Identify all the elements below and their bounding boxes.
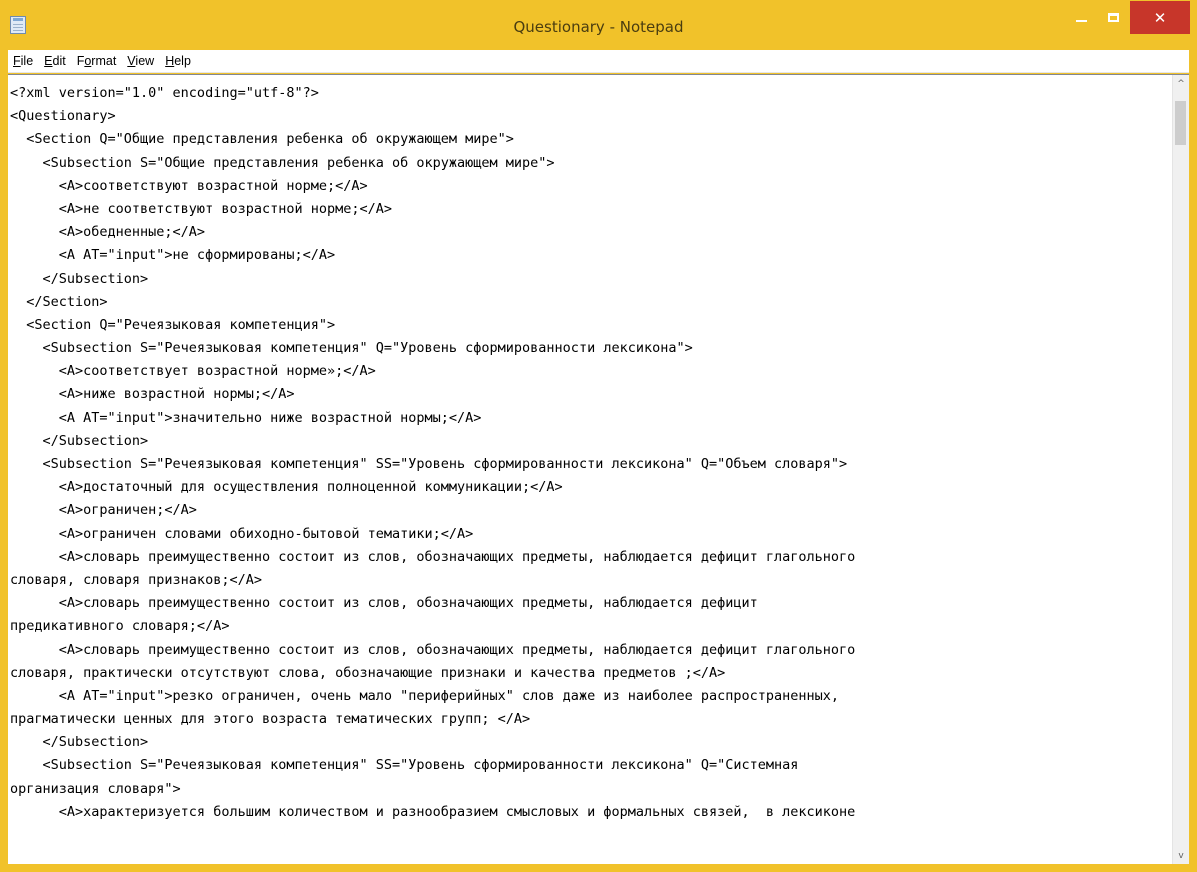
text-line: <Subsection S="Речеязыковая компетенция"…: [10, 456, 848, 472]
maximize-icon: [1107, 13, 1119, 22]
text-line: <A AT="input">резко ограничен, очень мал…: [10, 687, 840, 704]
text-line: <A>не соответствуют возрастной норме;</A…: [10, 200, 393, 217]
text-line: <A>достаточный для осуществления полноце…: [10, 479, 563, 496]
text-line: <Section Q="Речеязыковая компетенция">: [10, 316, 336, 333]
menu-format[interactable]: Format: [73, 54, 121, 68]
menu-file-label: ile: [20, 54, 34, 68]
text-line: <A>ограничен;</A>: [10, 502, 197, 519]
text-line: <A>ниже возрастной нормы;</A>: [10, 386, 295, 403]
menu-help-mnemonic: H: [165, 54, 175, 68]
text-line: <A>словарь преимущественно состоит из сл…: [10, 595, 758, 612]
text-line: прагматически ценных для этого возраста …: [10, 711, 531, 728]
scroll-down-button[interactable]: v: [1173, 847, 1189, 864]
text-line: <A>соответствуют возрастной норме;</A>: [10, 177, 368, 194]
text-line: предикативного словаря;</A>: [10, 618, 230, 635]
menu-help-label: elp: [174, 54, 191, 68]
text-line: <A>словарь преимущественно состоит из сл…: [10, 641, 856, 658]
text-line: <A>характеризуется большим количеством и…: [10, 803, 856, 820]
text-line: </Subsection>: [10, 432, 149, 449]
text-line: <?xml version="1.0" encoding="utf-8"?>: [10, 85, 319, 101]
text-line: <A>ограничен словами обиходно-бытовой те…: [10, 525, 474, 542]
menu-edit-label: dit: [52, 54, 66, 68]
scroll-up-arrow-icon: ^: [1177, 78, 1185, 89]
text-line: <A AT="input">не сформированы;</A>: [10, 247, 336, 264]
menu-file[interactable]: File: [9, 54, 37, 68]
scroll-down-arrow-icon: v: [1178, 850, 1184, 861]
text-line: организация словаря">: [10, 780, 181, 797]
text-line: <Subsection S="Речеязыковая компетенция"…: [10, 757, 799, 774]
text-line: </Section>: [10, 293, 108, 310]
text-content[interactable]: <?xml version="1.0" encoding="utf-8"?> <…: [8, 75, 1171, 864]
menu-edit[interactable]: Edit: [40, 54, 70, 68]
editor-area[interactable]: <?xml version="1.0" encoding="utf-8"?> <…: [8, 74, 1189, 864]
notepad-window: Questionary - Notepad ✕ File Edit Format…: [0, 0, 1197, 872]
vertical-scrollbar[interactable]: ^ v: [1172, 75, 1189, 864]
text-line: <A>соответствует возрастной норме»;</A>: [10, 363, 376, 380]
scrollbar-thumb[interactable]: [1175, 101, 1186, 145]
text-line: <Subsection S="Общие представления ребен…: [10, 154, 555, 171]
text-line: <Section Q="Общие представления ребенка …: [10, 131, 514, 148]
text-line: <Subsection S="Речеязыковая компетенция"…: [10, 340, 693, 357]
menu-view[interactable]: View: [123, 54, 158, 68]
menu-format-label: rmat: [91, 54, 117, 68]
title-bar[interactable]: Questionary - Notepad ✕: [0, 0, 1197, 50]
text-line: <Questionary>: [10, 108, 116, 125]
text-line: </Subsection>: [10, 734, 149, 751]
text-line: словаря, словаря признаков;</A>: [10, 571, 262, 588]
minimize-icon: [1075, 19, 1087, 22]
minimize-button[interactable]: [1066, 1, 1096, 34]
text-line: </Subsection>: [10, 270, 149, 287]
menu-file-mnemonic: F: [13, 54, 21, 68]
window-title: Questionary - Notepad: [513, 18, 684, 36]
menu-help[interactable]: Help: [161, 54, 195, 68]
close-icon: ✕: [1153, 8, 1167, 27]
menu-edit-mnemonic: E: [44, 54, 53, 68]
text-line: <A AT="input">значительно ниже возрастно…: [10, 409, 482, 426]
text-line: <A>словарь преимущественно состоит из сл…: [10, 548, 856, 565]
text-line: словаря, практически отсутствуют слова, …: [10, 664, 726, 681]
scroll-up-button[interactable]: ^: [1173, 75, 1189, 92]
close-button[interactable]: ✕: [1130, 1, 1190, 34]
text-line: <A>обедненные;</A>: [10, 224, 206, 241]
maximize-button[interactable]: [1098, 1, 1128, 34]
menu-view-label: iew: [135, 54, 155, 68]
menu-bar: File Edit Format View Help: [8, 50, 1189, 73]
